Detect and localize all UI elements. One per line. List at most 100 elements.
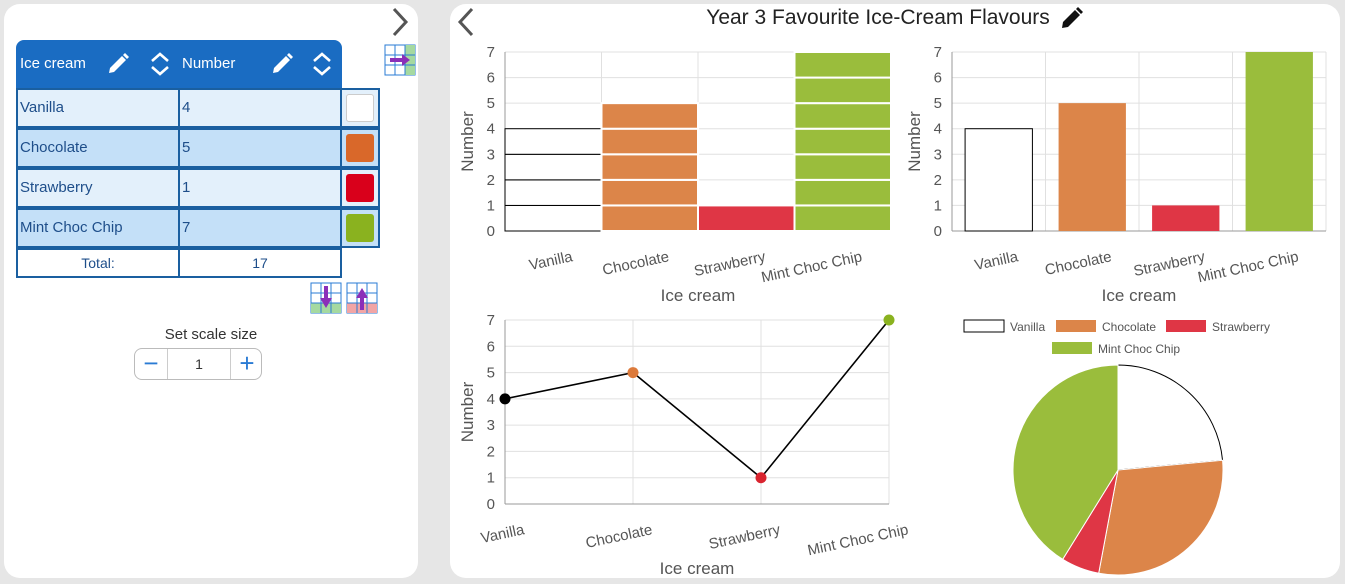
y-tick-label: 1	[487, 470, 495, 487]
bar-block	[504, 153, 602, 181]
y-axis-label: Number	[905, 111, 924, 172]
total-value: 17	[178, 248, 342, 278]
legend-label: Strawberry	[1212, 320, 1270, 334]
color-swatch-chocolate[interactable]	[346, 134, 374, 162]
bar	[1058, 103, 1126, 231]
bar-block	[793, 51, 892, 79]
sort-arrows-icon[interactable]	[310, 52, 334, 76]
bar-block	[600, 204, 699, 233]
bar-block	[793, 178, 892, 207]
y-tick-label: 2	[934, 172, 942, 189]
cell-value[interactable]: 4	[178, 88, 342, 128]
add-row-icon[interactable]	[310, 282, 342, 314]
cell-value[interactable]: 1	[178, 168, 342, 208]
bar-block	[793, 204, 892, 233]
y-tick-label: 4	[487, 391, 495, 408]
cell-value[interactable]: 7	[178, 208, 342, 248]
x-tick-label: Strawberry	[1132, 248, 1207, 280]
y-tick-label: 4	[487, 121, 495, 138]
x-tick-label: Vanilla	[973, 248, 1020, 274]
y-axis-label: Number	[458, 381, 477, 442]
y-tick-label: 6	[487, 70, 495, 87]
legend-label: Vanilla	[1010, 320, 1045, 334]
bar-block	[793, 153, 892, 181]
bar-block	[697, 204, 796, 233]
y-tick-label: 6	[487, 338, 495, 355]
y-tick-label: 6	[934, 70, 942, 87]
y-tick-label: 7	[487, 44, 495, 61]
increment-button[interactable]: +	[231, 349, 263, 379]
x-tick-label: Chocolate	[601, 248, 671, 279]
remove-row-icon[interactable]	[346, 282, 378, 314]
bar-block	[793, 76, 892, 105]
cell-label[interactable]: Strawberry	[16, 168, 180, 208]
bar	[964, 128, 1033, 232]
chevron-right-icon[interactable]	[390, 6, 410, 38]
data-point	[883, 314, 895, 326]
y-tick-label: 5	[487, 95, 495, 112]
color-swatch-vanilla[interactable]	[346, 94, 374, 122]
color-swatch-mint-choc-chip[interactable]	[346, 214, 374, 242]
pencil-icon[interactable]	[106, 52, 130, 76]
pie-slice	[1117, 364, 1224, 471]
scale-value-input[interactable]: 1	[167, 349, 231, 379]
x-tick-label: Vanilla	[479, 521, 526, 547]
color-swatch-cell	[340, 128, 380, 168]
data-point	[755, 472, 767, 484]
decrement-button[interactable]: −	[135, 349, 167, 379]
x-tick-label: Mint Choc Chip	[760, 248, 864, 286]
legend-swatch	[1166, 320, 1206, 332]
bar-block	[600, 153, 699, 181]
y-tick-label: 7	[934, 44, 942, 61]
table-header: Ice cream Number	[16, 40, 342, 88]
color-swatch-strawberry[interactable]	[346, 174, 374, 202]
y-axis-label: Number	[458, 111, 477, 172]
bar	[1152, 205, 1220, 231]
pencil-icon[interactable]	[270, 52, 294, 76]
total-label: Total:	[16, 248, 180, 278]
data-point	[499, 393, 511, 405]
x-tick-label: Strawberry	[693, 248, 768, 280]
bar-block	[793, 102, 892, 130]
y-tick-label: 0	[487, 496, 495, 513]
data-point	[627, 367, 639, 379]
y-tick-label: 2	[487, 443, 495, 460]
sort-arrows-icon[interactable]	[148, 52, 172, 76]
y-tick-label: 0	[487, 223, 495, 240]
legend-swatch	[963, 319, 1005, 333]
cell-label[interactable]: Mint Choc Chip	[16, 208, 180, 248]
bar-block	[504, 128, 602, 155]
color-swatch-cell	[340, 208, 380, 248]
y-tick-label: 3	[487, 417, 495, 434]
y-tick-label: 2	[487, 172, 495, 189]
x-tick-label: Strawberry	[707, 521, 782, 553]
y-tick-label: 0	[934, 223, 942, 240]
cell-value[interactable]: 5	[178, 128, 342, 168]
bar-block	[600, 178, 699, 207]
legend-swatch	[1056, 320, 1096, 332]
data-table-panel: Ice cream Number Vanilla 4 Chocolate 5 S…	[4, 4, 418, 578]
x-axis-label: Ice cream	[660, 559, 735, 578]
legend-swatch	[1052, 342, 1092, 354]
x-tick-label: Chocolate	[1043, 248, 1113, 279]
scale-stepper: − 1 +	[134, 348, 262, 380]
x-tick-label: Mint Choc Chip	[1196, 248, 1300, 286]
x-tick-label: Vanilla	[528, 248, 575, 274]
x-tick-label: Mint Choc Chip	[806, 521, 910, 559]
bar-block	[793, 127, 892, 156]
y-tick-label: 5	[934, 95, 942, 112]
add-column-icon[interactable]	[384, 44, 416, 76]
y-tick-label: 3	[934, 146, 942, 163]
cell-label[interactable]: Vanilla	[16, 88, 180, 128]
scale-size-label: Set scale size	[164, 326, 258, 343]
legend-label: Mint Choc Chip	[1098, 342, 1180, 356]
charts-canvas: 0 1 2 3 4 5 6 7 Number Ice cream Vanilla Chocolate S…	[458, 44, 1327, 578]
y-tick-label: 3	[487, 146, 495, 163]
bar	[1245, 52, 1313, 231]
x-axis-label: Ice cream	[661, 286, 736, 305]
y-tick-label: 5	[487, 365, 495, 382]
x-axis-label: Ice cream	[1102, 286, 1177, 305]
y-tick-label: 7	[487, 312, 495, 329]
cell-label[interactable]: Chocolate	[16, 128, 180, 168]
bar-block	[600, 127, 699, 156]
